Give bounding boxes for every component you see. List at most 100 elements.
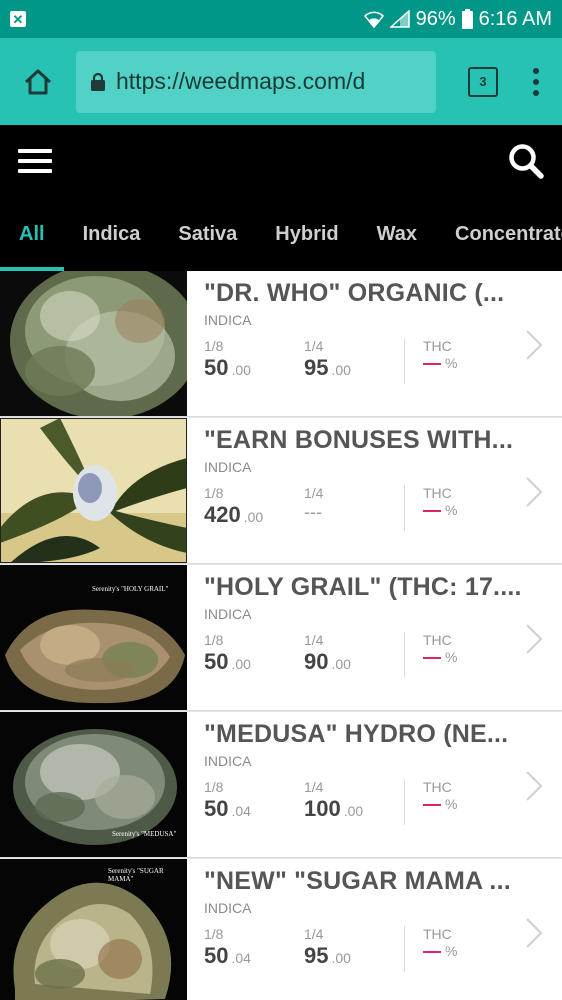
price-section: 1/8 50.00 1/4 90.00 THC %	[204, 632, 562, 678]
browser-toolbar: https://weedmaps.com/d 3	[0, 38, 562, 125]
product-row[interactable]: "DR. WHO" ORGANIC (... INDICA 1/8 50.00 …	[0, 271, 562, 416]
thc-percent: %	[445, 796, 458, 812]
product-type: INDICA	[204, 900, 252, 916]
quarter-label: 1/4	[304, 926, 324, 942]
eighth-label: 1/8	[204, 926, 224, 942]
chevron-right-icon[interactable]	[524, 917, 544, 949]
thc-section: THC %	[404, 779, 457, 825]
product-info: "MEDUSA" HYDRO (NE... INDICA 1/8 50.04 1…	[187, 712, 562, 857]
product-row[interactable]: Serenity's "MEDUSA" "MEDUSA" HYDRO (NE..…	[0, 712, 562, 857]
product-name: "DR. WHO" ORGANIC (...	[204, 279, 505, 307]
thc-label: THC	[423, 926, 452, 942]
eighth-label: 1/8	[204, 632, 224, 648]
product-info: "HOLY GRAIL" (THC: 17.... INDICA 1/8 50.…	[187, 565, 562, 710]
product-name: "NEW" "SUGAR MAMA ...	[204, 867, 511, 895]
product-row[interactable]: Serenity's "SUGAR MAMA" "NEW" "SUGAR MAM…	[0, 859, 562, 1000]
battery-icon	[461, 9, 473, 29]
battery-percent: 96%	[415, 7, 456, 30]
product-list: "DR. WHO" ORGANIC (... INDICA 1/8 50.00 …	[0, 271, 562, 1000]
chevron-right-icon[interactable]	[524, 623, 544, 655]
thc-label: THC	[423, 338, 452, 354]
thc-empty-dash	[423, 362, 441, 365]
eighth-cents: .04	[231, 950, 251, 966]
product-image: Serenity's "SUGAR MAMA"	[0, 859, 187, 1000]
hamburger-menu-icon[interactable]	[18, 149, 52, 173]
quarter-label: 1/4	[304, 779, 324, 795]
thc-percent: %	[445, 355, 458, 371]
home-button[interactable]	[14, 58, 62, 106]
eighth-price: 50	[204, 649, 229, 674]
quarter-cents: .00	[343, 803, 364, 819]
product-row[interactable]: Serenity's "HOLY GRAIL" "HOLY GRAIL" (TH…	[0, 565, 562, 710]
tab-wax[interactable]: Wax	[358, 197, 436, 271]
menu-dot-icon	[533, 78, 539, 85]
product-name: "HOLY GRAIL" (THC: 17....	[204, 573, 522, 601]
quarter-price: ---	[304, 502, 322, 522]
product-row[interactable]: "EARN BONUSES WITH... INDICA 1/8 420.00 …	[0, 418, 562, 563]
product-info: "DR. WHO" ORGANIC (... INDICA 1/8 50.00 …	[187, 271, 562, 416]
product-type: INDICA	[204, 459, 252, 475]
tab-indica[interactable]: Indica	[64, 197, 160, 271]
product-image	[0, 271, 187, 416]
thc-section: THC %	[404, 926, 457, 972]
tab-all[interactable]: All	[0, 197, 64, 271]
product-name: "EARN BONUSES WITH...	[204, 426, 514, 454]
app-header	[0, 125, 562, 197]
quarter-label: 1/4	[304, 485, 324, 501]
thc-percent: %	[445, 502, 458, 518]
close-notification-icon: ✕	[10, 11, 26, 27]
eighth-label: 1/8	[204, 485, 224, 501]
image-caption: Serenity's "SUGAR MAMA"	[108, 867, 164, 883]
eighth-label: 1/8	[204, 338, 224, 354]
product-name: "MEDUSA" HYDRO (NE...	[204, 720, 509, 748]
quarter-cents: .00	[331, 950, 351, 966]
product-image	[0, 418, 187, 563]
chevron-right-icon[interactable]	[524, 329, 544, 361]
menu-dot-icon	[533, 67, 539, 74]
price-section: 1/8 50.04 1/4 100.00 THC %	[204, 779, 562, 825]
thc-label: THC	[423, 485, 452, 501]
eighth-price: 50	[204, 355, 229, 380]
signal-icon	[389, 10, 410, 28]
product-image: Serenity's "MEDUSA"	[0, 712, 187, 857]
eighth-price: 420	[204, 502, 241, 527]
quarter-price: 90	[304, 649, 329, 674]
price-section: 1/8 420.00 1/4 --- THC %	[204, 485, 562, 531]
clock: 6:16 AM	[478, 7, 552, 30]
thc-section: THC %	[404, 632, 457, 678]
tab-hybrid[interactable]: Hybrid	[256, 197, 357, 271]
thc-empty-dash	[423, 803, 441, 806]
eighth-cents: .00	[231, 656, 251, 672]
chevron-right-icon[interactable]	[524, 476, 544, 508]
quarter-price: 95	[304, 943, 329, 968]
product-info: "EARN BONUSES WITH... INDICA 1/8 420.00 …	[187, 418, 562, 563]
product-image: Serenity's "HOLY GRAIL"	[0, 565, 187, 710]
thc-section: THC %	[404, 485, 457, 531]
product-type: INDICA	[204, 753, 252, 769]
image-caption: Serenity's "HOLY GRAIL"	[92, 585, 169, 593]
tab-sativa[interactable]: Sativa	[159, 197, 256, 271]
price-section: 1/8 50.00 1/4 95.00 THC %	[204, 338, 562, 384]
thc-percent: %	[445, 943, 458, 959]
address-bar[interactable]: https://weedmaps.com/d	[76, 50, 436, 113]
thc-empty-dash	[423, 509, 441, 512]
tab-concentrates[interactable]: Concentrates	[436, 197, 562, 271]
quarter-cents: .00	[331, 656, 351, 672]
quarter-label: 1/4	[304, 338, 324, 354]
eighth-price: 50	[204, 796, 229, 821]
browser-menu-button[interactable]	[524, 67, 548, 96]
price-section: 1/8 50.04 1/4 95.00 THC %	[204, 926, 562, 972]
category-tabs: All Indica Sativa Hybrid Wax Concentrate…	[0, 197, 562, 271]
status-bar: ✕ 96% 6:16 AM	[0, 0, 562, 38]
search-icon[interactable]	[508, 143, 544, 179]
quarter-cents: .00	[331, 362, 351, 378]
tab-switcher-button[interactable]: 3	[468, 66, 498, 97]
eighth-price: 50	[204, 943, 229, 968]
menu-dot-icon	[533, 89, 539, 96]
wifi-icon	[363, 11, 384, 28]
quarter-price: 100	[304, 796, 341, 821]
chevron-right-icon[interactable]	[524, 770, 544, 802]
quarter-price: 95	[304, 355, 329, 380]
thc-section: THC %	[404, 338, 457, 384]
thc-empty-dash	[423, 656, 441, 659]
